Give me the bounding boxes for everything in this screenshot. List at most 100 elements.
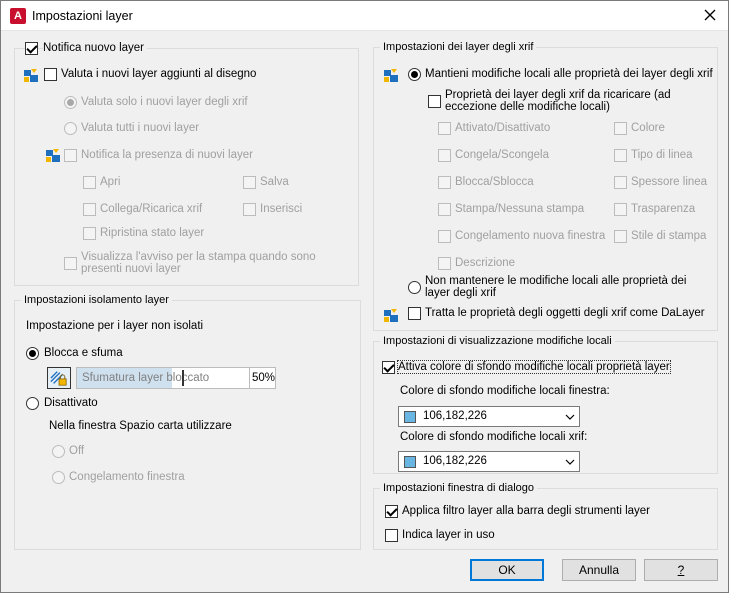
layer-bylayer-icon: [384, 309, 398, 322]
ok-button[interactable]: OK: [470, 559, 544, 581]
paper-freeze-radio[interactable]: [52, 471, 65, 484]
layer-evaluate-icon: [24, 69, 38, 82]
paper-freeze-label: Congelamento finestra: [69, 471, 185, 483]
notify-presence-label: Notifica la presenza di nuovi layer: [81, 149, 253, 161]
fade-slider-thumb[interactable]: [182, 370, 184, 386]
evaluate-all-new-label: Valuta tutti i nuovi layer: [81, 122, 200, 134]
prop-plot-checkbox[interactable]: [438, 203, 451, 216]
isolation-legend: Impostazioni isolamento layer: [21, 294, 172, 306]
prop-plot-label: Stampa/Nessuna stampa: [455, 203, 585, 215]
xref-color-value: 106,182,226: [423, 455, 487, 467]
layer-lock-icon: [50, 371, 67, 386]
prop-description-label: Descrizione: [455, 257, 516, 269]
treat-bylayer-label: Tratta le proprietà degli oggetti degli …: [425, 307, 705, 319]
xref-legend: Impostazioni dei layer degli xrif: [380, 41, 537, 53]
plot-warning-label-line2: presenti nuovi layer: [81, 263, 181, 275]
retain-changes-radio[interactable]: [408, 68, 421, 81]
no-retain-label-line1: Non mantenere le modifiche locali alle p…: [425, 275, 687, 287]
prop-transparency-checkbox[interactable]: [614, 203, 627, 216]
paper-off-label: Off: [69, 445, 85, 457]
viewport-color-swatch: [404, 411, 416, 423]
xref-bg-color-select[interactable]: 106,182,226: [398, 451, 580, 472]
cancel-button[interactable]: Annulla: [562, 559, 636, 581]
fade-slider-label: Sfumatura layer bloccato: [82, 372, 210, 384]
attach-reload-label: Collega/Ricarica xrif: [100, 203, 203, 215]
close-icon[interactable]: [700, 5, 720, 25]
save-label: Salva: [260, 176, 289, 188]
prop-description-checkbox[interactable]: [438, 257, 451, 270]
autocad-app-icon: A: [10, 8, 26, 24]
prop-freeze-checkbox[interactable]: [438, 149, 451, 162]
chevron-down-icon: [565, 414, 575, 420]
prop-on-off-label: Attivato/Disattivato: [455, 122, 551, 134]
notify-new-layer-checkbox[interactable]: [25, 42, 38, 55]
indicate-in-use-checkbox[interactable]: [385, 529, 398, 542]
notify-new-layer-label: Notifica nuovo layer: [43, 42, 147, 54]
evaluate-xref-only-label: Valuta solo i nuovi layer degli xrif: [81, 96, 248, 108]
prop-linetype-label: Tipo di linea: [631, 149, 693, 161]
layer-notify-icon: [46, 149, 60, 162]
no-retain-changes-radio[interactable]: [408, 281, 421, 294]
plot-warning-checkbox[interactable]: [64, 257, 77, 270]
reload-props-label-line2: eccezione delle modifiche locali): [445, 101, 610, 113]
xref-bg-label: Colore di sfondo modifiche locali xrif:: [400, 431, 588, 443]
paper-off-radio[interactable]: [52, 445, 65, 458]
dialog-title: Impostazioni layer: [32, 9, 133, 23]
evaluate-xref-only-radio[interactable]: [64, 96, 77, 109]
plot-warning-label-line1: Visualizza l'avviso per la stampa quando…: [81, 251, 316, 263]
treat-bylayer-checkbox[interactable]: [408, 307, 421, 320]
prop-color-label: Colore: [631, 122, 665, 134]
display-legend: Impostazioni di visualizzazione modifich…: [380, 335, 615, 347]
viewport-color-value: 106,182,226: [423, 410, 487, 422]
apply-filter-label: Applica filtro layer alla barra degli st…: [402, 505, 650, 517]
reload-props-label-line1: Proprietà dei layer degli xrif da ricari…: [445, 89, 671, 101]
enable-bg-color-label: Attiva colore di sfondo modifiche locali…: [397, 360, 671, 374]
prop-on-off-checkbox[interactable]: [438, 122, 451, 135]
prop-linetype-checkbox[interactable]: [614, 149, 627, 162]
prop-color-checkbox[interactable]: [614, 122, 627, 135]
evaluate-new-layers-checkbox[interactable]: [44, 68, 57, 81]
apply-filter-checkbox[interactable]: [385, 505, 398, 518]
restore-state-checkbox[interactable]: [83, 227, 96, 240]
title-bar: A Impostazioni layer: [1, 1, 728, 31]
reload-props-checkbox[interactable]: [428, 95, 441, 108]
locked-layer-fade-button[interactable]: [47, 367, 71, 389]
locked-layer-fade-slider[interactable]: Sfumatura layer bloccato: [76, 367, 276, 389]
indicate-in-use-label: Indica layer in uso: [402, 529, 495, 541]
restore-state-label: Ripristina stato layer: [100, 227, 205, 239]
prop-vp-freeze-checkbox[interactable]: [438, 230, 451, 243]
xref-color-swatch: [404, 456, 416, 468]
prop-lock-label: Blocca/Sblocca: [455, 176, 534, 188]
prop-plotstyle-label: Stile di stampa: [631, 230, 707, 242]
prop-lineweight-label: Spessore linea: [631, 176, 708, 188]
viewport-bg-label: Colore di sfondo modifiche locali finest…: [400, 385, 610, 397]
no-retain-label-line2: layer degli xrif: [425, 287, 496, 299]
evaluate-all-new-radio[interactable]: [64, 122, 77, 135]
enable-bg-color-checkbox[interactable]: [382, 361, 395, 374]
non-isolated-heading: Impostazione per i layer non isolati: [26, 320, 204, 332]
insert-checkbox[interactable]: [243, 203, 256, 216]
help-button[interactable]: ?: [644, 559, 718, 581]
attach-reload-checkbox[interactable]: [83, 203, 96, 216]
prop-vp-freeze-label: Congelamento nuova finestra: [455, 230, 606, 242]
open-label: Apri: [100, 176, 121, 188]
notify-presence-checkbox[interactable]: [64, 149, 77, 162]
insert-label: Inserisci: [260, 203, 303, 215]
layer-settings-dialog: A Impostazioni layer Notifica nuovo laye…: [0, 0, 729, 593]
chevron-down-icon: [565, 459, 575, 465]
prop-lock-checkbox[interactable]: [438, 176, 451, 189]
fade-percent-value: 50%: [249, 367, 276, 389]
open-checkbox[interactable]: [83, 176, 96, 189]
prop-lineweight-checkbox[interactable]: [614, 176, 627, 189]
viewport-bg-color-select[interactable]: 106,182,226: [398, 406, 580, 427]
retain-changes-label: Mantieni modifiche locali alle proprietà…: [425, 68, 713, 80]
dialog-settings-legend: Impostazioni finestra di dialogo: [380, 482, 538, 494]
off-radio[interactable]: [26, 397, 39, 410]
paper-space-heading: Nella finestra Spazio carta utilizzare: [49, 420, 232, 432]
evaluate-new-layers-label: Valuta i nuovi layer aggiunti al disegno: [61, 68, 257, 80]
prop-freeze-label: Congela/Scongela: [455, 149, 549, 161]
save-checkbox[interactable]: [243, 176, 256, 189]
lock-fade-label: Blocca e sfuma: [44, 347, 123, 359]
prop-plotstyle-checkbox[interactable]: [614, 230, 627, 243]
lock-fade-radio[interactable]: [26, 347, 39, 360]
